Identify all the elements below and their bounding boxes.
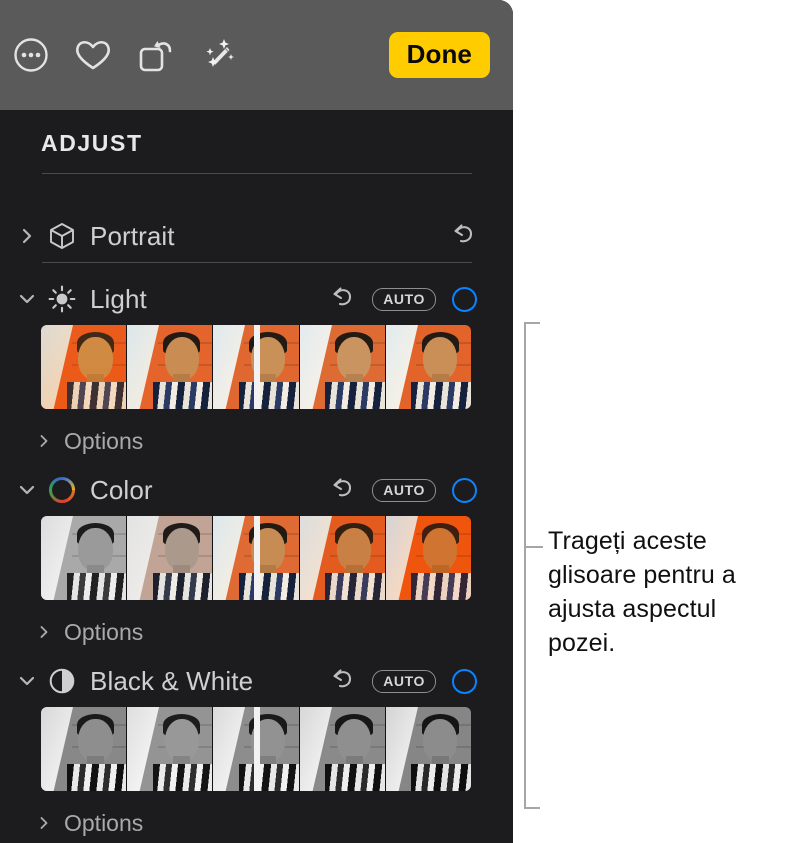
sun-icon [44, 281, 80, 317]
auto-button-light[interactable]: AUTO [372, 287, 436, 311]
callout-leader-line [526, 546, 543, 548]
slider-thumbnail [298, 325, 385, 409]
adjustment-row-color[interactable]: Color AUTO [0, 466, 513, 514]
adjustment-label-light: Light [90, 283, 147, 314]
auto-enhance-button[interactable] [186, 24, 248, 86]
magic-wand-icon [194, 32, 240, 78]
row-controls-black-and-white: AUTO [330, 666, 477, 697]
adjustment-row-black-and-white[interactable]: Black & White AUTO [0, 657, 513, 705]
color-wheel-icon [44, 472, 80, 508]
divider-top [42, 173, 472, 174]
adjust-panel-body: ADJUST Portrait Light AUTO Options Color… [0, 110, 513, 843]
chevron-right-icon [36, 428, 52, 455]
photo-editor-screenshot: Done ADJUST Portrait Light AUTO Options … [0, 0, 790, 843]
slider-thumbnail [384, 325, 471, 409]
slider-thumbnail [41, 707, 127, 791]
slider-thumbnail [298, 707, 385, 791]
adjustment-row-portrait[interactable]: Portrait [0, 212, 513, 260]
more-options-button[interactable] [0, 24, 62, 86]
chevron-down-icon[interactable] [10, 671, 44, 691]
slider-thumbnail [126, 516, 213, 600]
row-controls-portrait [451, 221, 477, 252]
slider-light[interactable] [41, 325, 471, 409]
slider-thumbnail [126, 707, 213, 791]
more-circle-icon [9, 33, 53, 77]
edit-panel: Done ADJUST Portrait Light AUTO Options … [0, 0, 513, 843]
callout-bracket [524, 322, 540, 809]
options-label: Options [64, 619, 144, 645]
row-controls-color: AUTO [330, 475, 477, 506]
slider-thumbnail [384, 516, 471, 600]
slider-thumbnail [126, 325, 213, 409]
chevron-down-icon[interactable] [10, 480, 44, 500]
options-toggle-color[interactable]: Options [36, 619, 143, 646]
chevron-down-icon[interactable] [10, 289, 44, 309]
adjustment-row-light[interactable]: Light AUTO [0, 275, 513, 323]
enable-toggle-black-and-white[interactable] [452, 668, 477, 694]
rotate-icon [132, 32, 178, 78]
editor-toolbar: Done [0, 0, 513, 110]
enable-toggle-light[interactable] [452, 286, 477, 312]
reset-button-black-and-white[interactable] [330, 666, 356, 697]
slider-handle-color[interactable] [254, 516, 260, 600]
options-label: Options [64, 810, 144, 836]
options-label: Options [64, 428, 144, 454]
reset-button-light[interactable] [330, 284, 356, 315]
slider-thumbnail [298, 516, 385, 600]
slider-black-and-white[interactable] [41, 707, 471, 791]
slider-thumbnail [41, 325, 127, 409]
slider-handle-light[interactable] [254, 325, 260, 409]
reset-button-color[interactable] [330, 475, 356, 506]
callout-text: Trageți aceste glisoare pentru a ajusta … [548, 527, 736, 657]
divider-portrait-light [42, 262, 472, 263]
auto-button-black-and-white[interactable]: AUTO [372, 669, 436, 693]
chevron-right-icon [36, 619, 52, 646]
options-toggle-black-and-white[interactable]: Options [36, 810, 143, 837]
adjustment-label-portrait: Portrait [90, 220, 175, 251]
chevron-right-icon [36, 810, 52, 837]
favorite-button[interactable] [62, 24, 124, 86]
cube-icon [44, 218, 80, 254]
slider-thumbnail [41, 516, 127, 600]
enable-toggle-color[interactable] [452, 477, 477, 503]
adjust-section-title: ADJUST [41, 130, 143, 156]
slider-handle-black-and-white[interactable] [254, 707, 260, 791]
options-toggle-light[interactable]: Options [36, 428, 143, 455]
chevron-right-icon[interactable] [10, 226, 44, 246]
auto-button-color[interactable]: AUTO [372, 478, 436, 502]
heart-icon [71, 33, 115, 77]
slider-color[interactable] [41, 516, 471, 600]
adjustment-label-color: Color [90, 474, 153, 505]
done-button[interactable]: Done [388, 32, 490, 78]
reset-button-portrait[interactable] [451, 221, 477, 252]
contrast-circle-icon [44, 663, 80, 699]
adjustment-label-black-and-white: Black & White [90, 665, 254, 696]
slider-thumbnail [384, 707, 471, 791]
rotate-button[interactable] [124, 24, 186, 86]
row-controls-light: AUTO [330, 284, 477, 315]
